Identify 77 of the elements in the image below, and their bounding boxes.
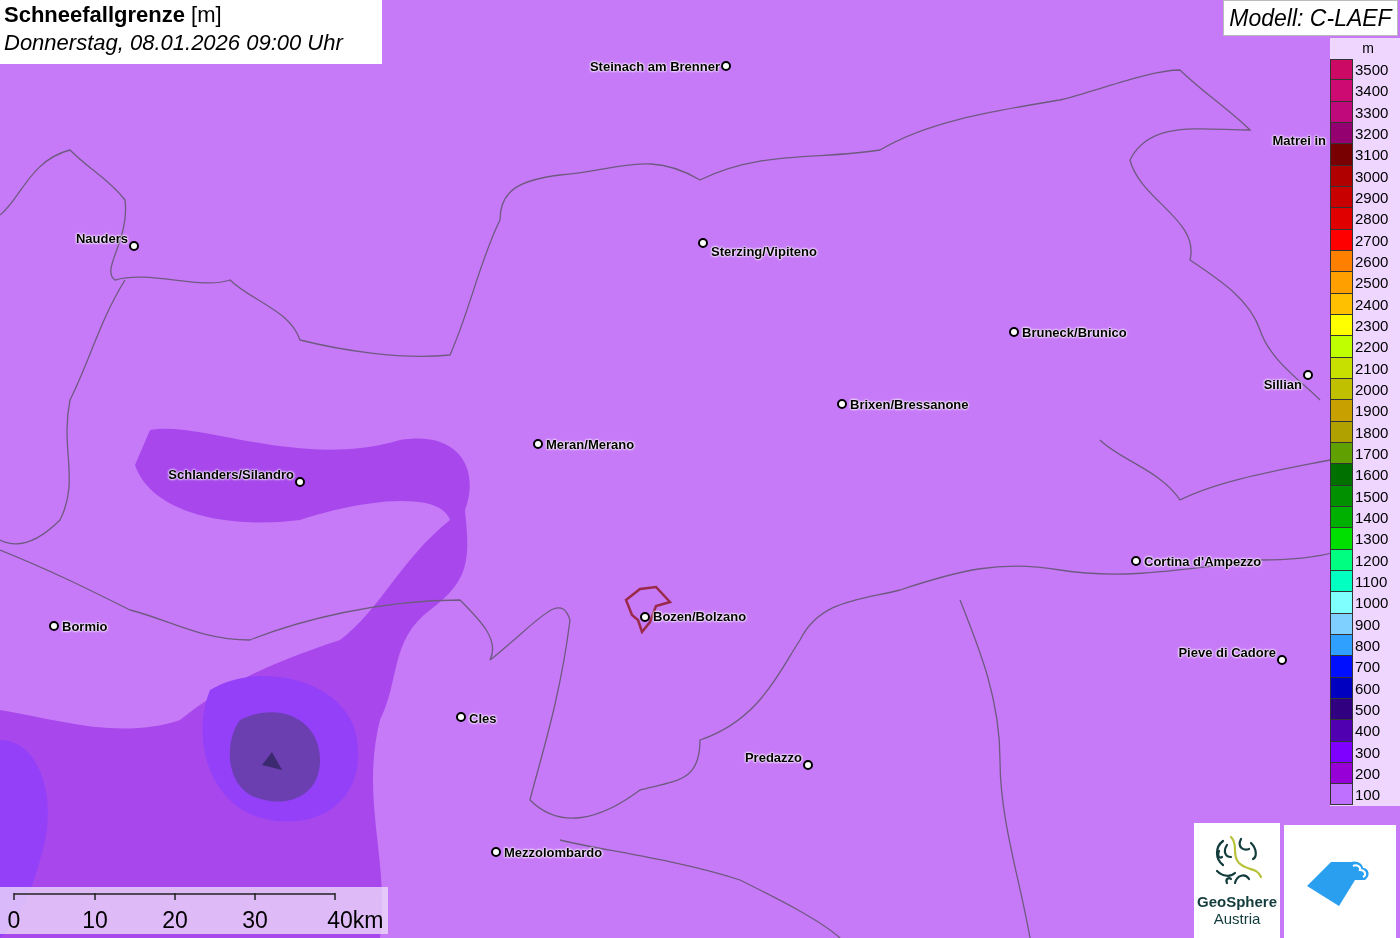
legend-value: 1100 [1354, 574, 1388, 590]
legend-value: 900 [1354, 616, 1381, 632]
scale-label: 40km [327, 907, 384, 934]
city-marker [491, 847, 501, 857]
map-title: Schneefallgrenze [m] [4, 2, 223, 28]
city-label: Cles [469, 710, 497, 726]
city-label: Pieve di Cadore [1178, 644, 1276, 660]
city-label: Brixen/Bressanone [850, 396, 969, 412]
scale-label: 0 [7, 907, 21, 934]
city-label: Sterzing/Vipiteno [711, 243, 817, 259]
legend-value: 2000 [1354, 382, 1389, 398]
scale-label: 30 [242, 907, 268, 934]
city-marker [129, 241, 139, 251]
legend-value: 2900 [1354, 190, 1389, 206]
legend-value: 700 [1354, 659, 1381, 675]
city-marker [533, 439, 543, 449]
city-marker [1303, 370, 1313, 380]
legend-value: 2800 [1354, 211, 1389, 227]
city-marker [456, 712, 466, 722]
city-label: Steinach am Brenner [589, 58, 720, 74]
legend-value: 1200 [1354, 552, 1389, 568]
city-label: Schlanders/Silandro [168, 466, 294, 482]
legend-value: 3300 [1354, 104, 1389, 120]
legend-value: 1500 [1354, 488, 1389, 504]
city-label: Predazzo [744, 749, 802, 765]
legend-value: 1300 [1354, 531, 1389, 547]
scale-label: 20 [162, 907, 188, 934]
legend-value: 2500 [1354, 275, 1389, 291]
legend-value: 3000 [1354, 168, 1389, 184]
forecast-time: Donnerstag, 08.01.2026 09:00 Uhr [4, 30, 345, 56]
city-label: Matrei in [1272, 132, 1326, 148]
legend-value: 2700 [1354, 232, 1389, 248]
logo-text: Austria [1213, 910, 1261, 927]
city-label: Bozen/Bolzano [653, 608, 747, 624]
legend-value: 500 [1354, 702, 1381, 717]
city-marker [698, 238, 708, 248]
legend-value: 2200 [1354, 339, 1389, 355]
legend-value: 200 [1354, 766, 1381, 781]
legend-value: 1800 [1354, 424, 1389, 440]
legend-value: 1700 [1354, 446, 1389, 462]
city-marker [49, 621, 59, 631]
legend-value: 3200 [1354, 126, 1389, 142]
legend-value: 1900 [1354, 403, 1389, 419]
city-marker [1131, 556, 1141, 566]
legend-value: 1000 [1354, 595, 1389, 611]
legend-unit: m [1361, 39, 1375, 58]
legend-value: 2100 [1354, 360, 1389, 376]
legend-value: 100 [1354, 787, 1381, 803]
model-label: Modell: C-LAEF [1223, 0, 1398, 36]
legend-value: 2400 [1354, 296, 1389, 312]
city-label: Cortina d'Ampezzo [1144, 553, 1262, 569]
city-label: Nauders [75, 230, 128, 246]
city-label: Sillian [1263, 376, 1302, 392]
city-marker [1277, 655, 1287, 665]
city-marker [721, 61, 731, 71]
legend-value: 300 [1354, 744, 1381, 760]
city-label: Bruneck/Brunico [1022, 324, 1127, 340]
legend-value: 3100 [1354, 147, 1389, 163]
city-marker [837, 399, 847, 409]
legend-value: 600 [1354, 680, 1381, 696]
scale-label: 10 [82, 907, 108, 934]
legend-value: 3500 [1354, 62, 1389, 78]
city-marker [640, 612, 650, 622]
legend-value: 2300 [1354, 318, 1389, 334]
legend-value: 400 [1354, 723, 1381, 739]
legend-value: 1600 [1354, 467, 1389, 483]
legend-value: 2600 [1354, 254, 1389, 270]
logo-text: GeoSphere [1197, 893, 1277, 910]
city-marker [295, 477, 305, 487]
city-marker [1009, 327, 1019, 337]
city-label: Mezzolombardo [504, 844, 603, 860]
city-label: Bormio [62, 618, 108, 634]
legend-value: 3400 [1354, 83, 1389, 99]
legend-value: 800 [1354, 638, 1381, 653]
city-label: Meran/Merano [546, 436, 635, 452]
legend-value: 1400 [1354, 510, 1389, 526]
city-marker [803, 760, 813, 770]
